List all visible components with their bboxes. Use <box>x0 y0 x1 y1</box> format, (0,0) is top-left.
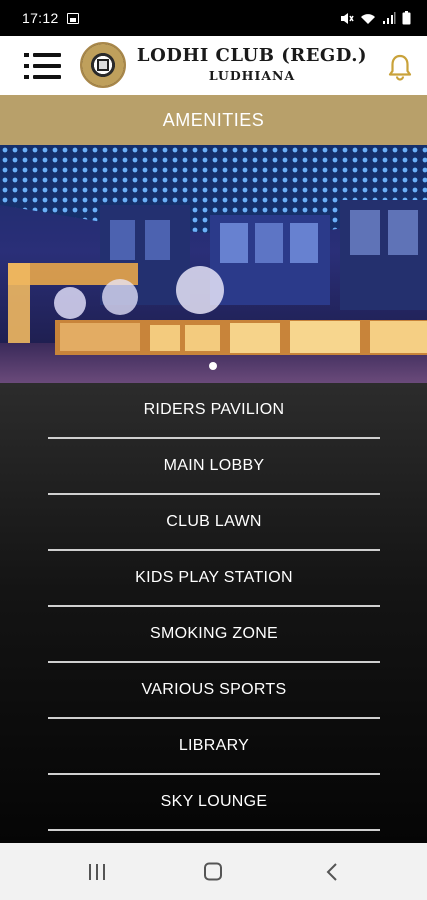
mute-icon <box>341 12 354 24</box>
section-header: AMENITIES <box>0 95 427 145</box>
amenity-item-riders-pavilion[interactable]: RIDERS PAVILION <box>48 383 380 439</box>
section-title: AMENITIES <box>162 109 265 130</box>
status-icons <box>340 11 411 25</box>
app-subtitle: LUDHIANA <box>208 68 296 83</box>
app-title: LODHI CLUB (REGD.) <box>136 45 368 66</box>
status-time: 17:12 <box>22 10 59 26</box>
amenity-item-club-lawn[interactable]: CLUB LAWN <box>48 495 380 551</box>
carousel-indicator-dot[interactable] <box>209 362 217 370</box>
system-nav-bar <box>0 843 427 900</box>
amenity-item-sky-lounge[interactable]: SKY LOUNGE <box>48 775 380 831</box>
amenity-item-smoking-zone[interactable]: SMOKING ZONE <box>48 607 380 663</box>
brand: LODHI CLUB (REGD.) LUDHIANA <box>134 44 370 84</box>
amenity-item-library[interactable]: LIBRARY <box>48 719 380 775</box>
signal-icon <box>383 11 396 24</box>
amenity-item-main-lobby[interactable]: MAIN LOBBY <box>48 439 380 495</box>
amenity-item-kids-play-station[interactable]: KIDS PLAY STATION <box>48 551 380 607</box>
battery-icon <box>402 11 411 25</box>
club-logo <box>80 42 126 88</box>
back-icon[interactable] <box>318 861 348 883</box>
home-icon[interactable] <box>198 861 228 883</box>
recents-icon[interactable] <box>82 861 112 883</box>
bell-icon[interactable] <box>386 53 414 81</box>
app-header: LODHI CLUB (REGD.) LUDHIANA <box>0 36 427 95</box>
amenity-banner-image[interactable] <box>0 145 427 383</box>
status-bar: 17:12 <box>0 0 427 36</box>
wifi-icon <box>361 13 375 24</box>
gallery-notification-icon <box>66 12 79 24</box>
menu-button[interactable] <box>24 53 62 79</box>
amenities-list: RIDERS PAVILION MAIN LOBBY CLUB LAWN KID… <box>0 383 427 843</box>
amenity-item-various-sports[interactable]: VARIOUS SPORTS <box>48 663 380 719</box>
